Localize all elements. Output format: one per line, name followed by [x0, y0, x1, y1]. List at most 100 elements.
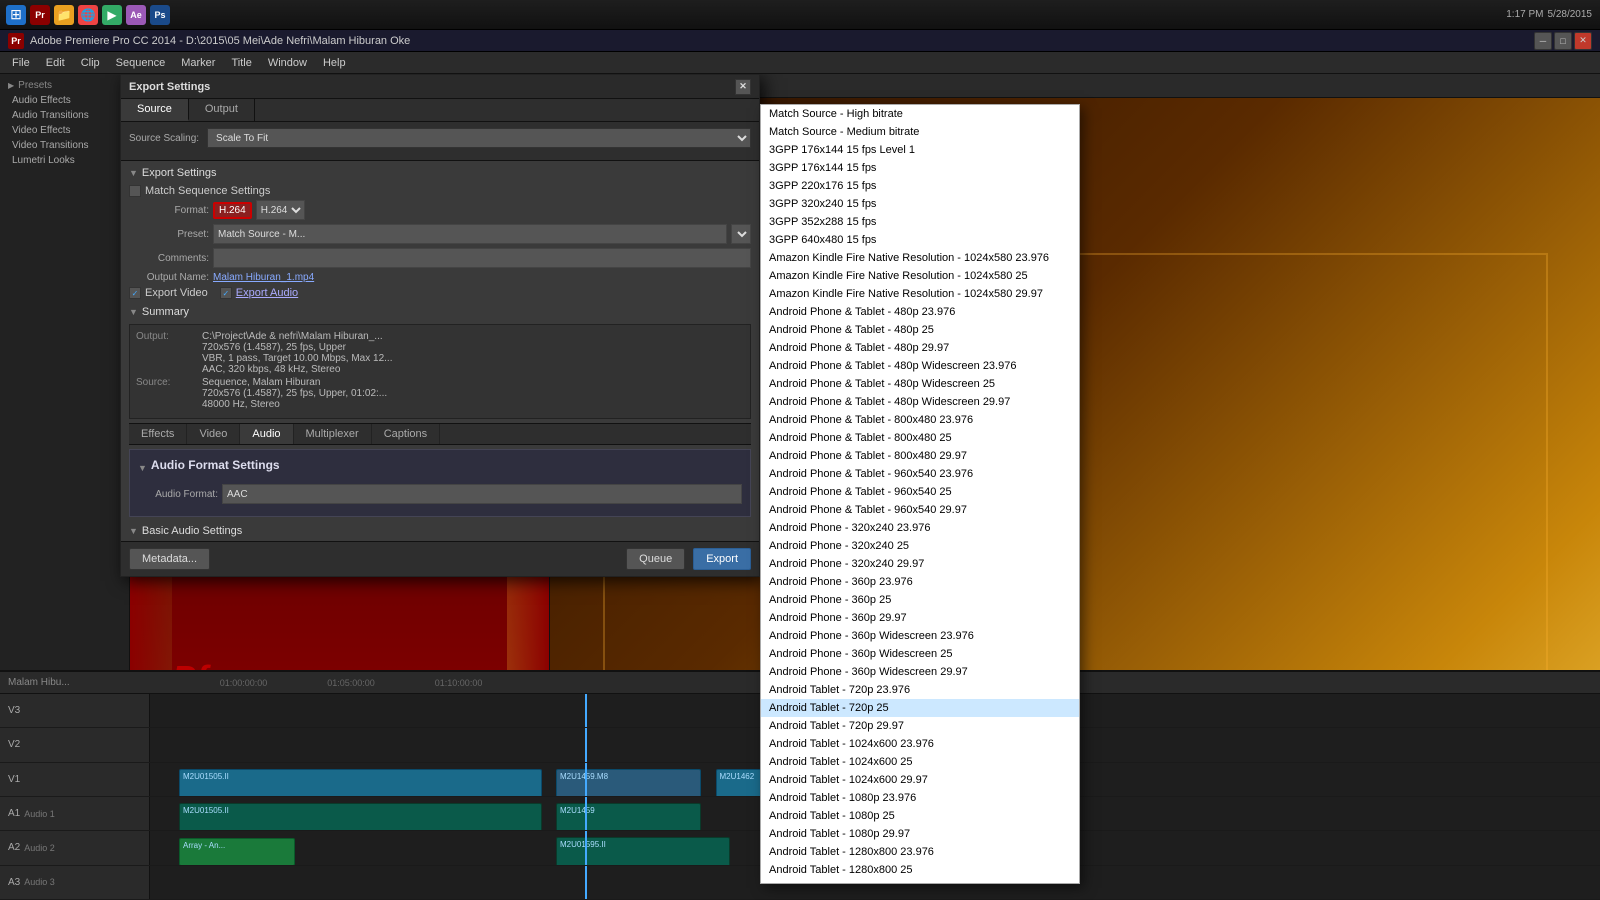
tab-output[interactable]: Output: [189, 99, 255, 121]
export-settings-section-header[interactable]: ▼ Export Settings: [129, 167, 751, 179]
dropdown-item-25[interactable]: Android Phone - 320x240 29.97: [761, 555, 1079, 573]
dropdown-item-30[interactable]: Android Phone - 360p Widescreen 25: [761, 645, 1079, 663]
dropdown-item-14[interactable]: Android Phone & Tablet - 480p Widescreen…: [761, 357, 1079, 375]
dropdown-item-38[interactable]: Android Tablet - 1080p 23.976: [761, 789, 1079, 807]
dropdown-item-41[interactable]: Android Tablet - 1280x800 23.976: [761, 843, 1079, 861]
dropdown-item-7[interactable]: 3GPP 640x480 15 fps: [761, 231, 1079, 249]
sidebar-item-video-effects[interactable]: Video Effects: [0, 123, 129, 138]
menu-window[interactable]: Window: [260, 55, 315, 71]
dropdown-item-22[interactable]: Android Phone & Tablet - 960x540 29.97: [761, 501, 1079, 519]
dropdown-item-36[interactable]: Android Tablet - 1024x600 25: [761, 753, 1079, 771]
dropdown-item-26[interactable]: Android Phone - 360p 23.976: [761, 573, 1079, 591]
ae-icon[interactable]: Ae: [126, 5, 146, 25]
clip-v1-1[interactable]: M2U01505.II: [179, 769, 542, 796]
audio-clip-a2-1[interactable]: Array - An...: [179, 838, 295, 864]
output-name-value[interactable]: Malam Hiburan_1.mp4: [213, 272, 314, 283]
dropdown-item-29[interactable]: Android Phone - 360p Widescreen 23.976: [761, 627, 1079, 645]
sidebar-item-audio-transitions[interactable]: Audio Transitions: [0, 108, 129, 123]
ps-icon[interactable]: Ps: [150, 5, 170, 25]
clip-v1-2[interactable]: M2U1459.M8: [556, 769, 701, 796]
minimize-button[interactable]: ─: [1534, 32, 1552, 50]
source-scaling-select[interactable]: Scale To Fit: [207, 128, 751, 148]
dialog-close-icon[interactable]: ✕: [735, 79, 751, 95]
close-button[interactable]: ✕: [1574, 32, 1592, 50]
maximize-button[interactable]: □: [1554, 32, 1572, 50]
basic-audio-section-header[interactable]: ▼ Basic Audio Settings: [129, 525, 751, 537]
dropdown-item-11[interactable]: Android Phone & Tablet - 480p 23.976: [761, 303, 1079, 321]
sidebar-item-lumetri-looks[interactable]: Lumetri Looks: [0, 153, 129, 168]
dropdown-item-18[interactable]: Android Phone & Tablet - 800x480 25: [761, 429, 1079, 447]
source-scaling-label: Source Scaling:: [129, 133, 199, 144]
menu-marker[interactable]: Marker: [173, 55, 223, 71]
menu-help[interactable]: Help: [315, 55, 354, 71]
export-video-checkbox[interactable]: [129, 287, 141, 299]
dropdown-item-21[interactable]: Android Phone & Tablet - 960x540 25: [761, 483, 1079, 501]
dropdown-item-16[interactable]: Android Phone & Tablet - 480p Widescreen…: [761, 393, 1079, 411]
summary-section-header[interactable]: ▼ Summary: [129, 306, 751, 318]
menu-sequence[interactable]: Sequence: [108, 55, 174, 71]
dropdown-item-42[interactable]: Android Tablet - 1280x800 25: [761, 861, 1079, 879]
tab-captions[interactable]: Captions: [372, 424, 440, 444]
presets-header[interactable]: ▶ Presets: [0, 78, 129, 93]
dropdown-item-1[interactable]: Match Source - Medium bitrate: [761, 123, 1079, 141]
tab-multiplexer[interactable]: Multiplexer: [294, 424, 372, 444]
tab-audio[interactable]: Audio: [240, 424, 293, 444]
menu-clip[interactable]: Clip: [73, 55, 108, 71]
dropdown-item-4[interactable]: 3GPP 220x176 15 fps: [761, 177, 1079, 195]
tab-video[interactable]: Video: [187, 424, 240, 444]
dropdown-item-27[interactable]: Android Phone - 360p 25: [761, 591, 1079, 609]
folder-icon[interactable]: 📁: [54, 5, 74, 25]
dropdown-item-10[interactable]: Amazon Kindle Fire Native Resolution - 1…: [761, 285, 1079, 303]
dropdown-item-3[interactable]: 3GPP 176x144 15 fps: [761, 159, 1079, 177]
dropdown-item-12[interactable]: Android Phone & Tablet - 480p 25: [761, 321, 1079, 339]
dropdown-item-20[interactable]: Android Phone & Tablet - 960x540 23.976: [761, 465, 1079, 483]
dropdown-item-39[interactable]: Android Tablet - 1080p 25: [761, 807, 1079, 825]
dropdown-item-17[interactable]: Android Phone & Tablet - 800x480 23.976: [761, 411, 1079, 429]
app-icon-2[interactable]: ▶: [102, 5, 122, 25]
tab-source[interactable]: Source: [121, 99, 189, 121]
premiere-taskbar-icon[interactable]: Pr: [30, 5, 50, 25]
dropdown-item-2[interactable]: 3GPP 176x144 15 fps Level 1: [761, 141, 1079, 159]
dropdown-item-23[interactable]: Android Phone - 320x240 23.976: [761, 519, 1079, 537]
menu-title[interactable]: Title: [223, 55, 259, 71]
dropdown-item-31[interactable]: Android Phone - 360p Widescreen 29.97: [761, 663, 1079, 681]
audio-clip-a1-2[interactable]: M2U1459: [556, 803, 701, 830]
dropdown-item-37[interactable]: Android Tablet - 1024x600 29.97: [761, 771, 1079, 789]
dropdown-item-5[interactable]: 3GPP 320x240 15 fps: [761, 195, 1079, 213]
dropdown-item-0[interactable]: Match Source - High bitrate: [761, 105, 1079, 123]
dropdown-item-13[interactable]: Android Phone & Tablet - 480p 29.97: [761, 339, 1079, 357]
format-select[interactable]: H.264: [256, 200, 305, 220]
export-audio-checkbox[interactable]: [220, 287, 232, 299]
sidebar-item-video-transitions[interactable]: Video Transitions: [0, 138, 129, 153]
comments-input[interactable]: [213, 248, 751, 268]
dropdown-item-9[interactable]: Amazon Kindle Fire Native Resolution - 1…: [761, 267, 1079, 285]
dialog-footer: Metadata... Queue Export: [121, 541, 759, 576]
dropdown-item-40[interactable]: Android Tablet - 1080p 29.97: [761, 825, 1079, 843]
metadata-button[interactable]: Metadata...: [129, 548, 210, 570]
dropdown-item-35[interactable]: Android Tablet - 1024x600 23.976: [761, 735, 1079, 753]
dropdown-item-19[interactable]: Android Phone & Tablet - 800x480 29.97: [761, 447, 1079, 465]
tab-effects[interactable]: Effects: [129, 424, 187, 444]
dropdown-item-34[interactable]: Android Tablet - 720p 29.97: [761, 717, 1079, 735]
comments-row: Comments:: [129, 248, 751, 268]
menu-edit[interactable]: Edit: [38, 55, 73, 71]
audio-clip-a2-2[interactable]: M2U01595.II: [556, 837, 730, 864]
audio-format-section-header[interactable]: ▼ Audio Format Settings: [138, 458, 742, 478]
menu-file[interactable]: File: [4, 55, 38, 71]
dropdown-item-8[interactable]: Amazon Kindle Fire Native Resolution - 1…: [761, 249, 1079, 267]
match-sequence-checkbox[interactable]: [129, 185, 141, 197]
browser-icon[interactable]: 🌐: [78, 5, 98, 25]
preset-dropdown[interactable]: ▼: [731, 224, 751, 244]
audio-clip-a1-1[interactable]: M2U01505.II: [179, 803, 542, 830]
export-button[interactable]: Export: [693, 548, 751, 570]
sidebar-item-audio-effects[interactable]: Audio Effects: [0, 93, 129, 108]
dropdown-item-32[interactable]: Android Tablet - 720p 23.976: [761, 681, 1079, 699]
dropdown-item-6[interactable]: 3GPP 352x288 15 fps: [761, 213, 1079, 231]
dropdown-item-24[interactable]: Android Phone - 320x240 25: [761, 537, 1079, 555]
dropdown-item-33[interactable]: Android Tablet - 720p 25: [761, 699, 1079, 717]
dropdown-item-43[interactable]: Android Tablet - 1280x800 29.97: [761, 879, 1079, 884]
windows-icon[interactable]: ⊞: [6, 5, 26, 25]
queue-button[interactable]: Queue: [626, 548, 685, 570]
dropdown-item-15[interactable]: Android Phone & Tablet - 480p Widescreen…: [761, 375, 1079, 393]
dropdown-item-28[interactable]: Android Phone - 360p 29.97: [761, 609, 1079, 627]
